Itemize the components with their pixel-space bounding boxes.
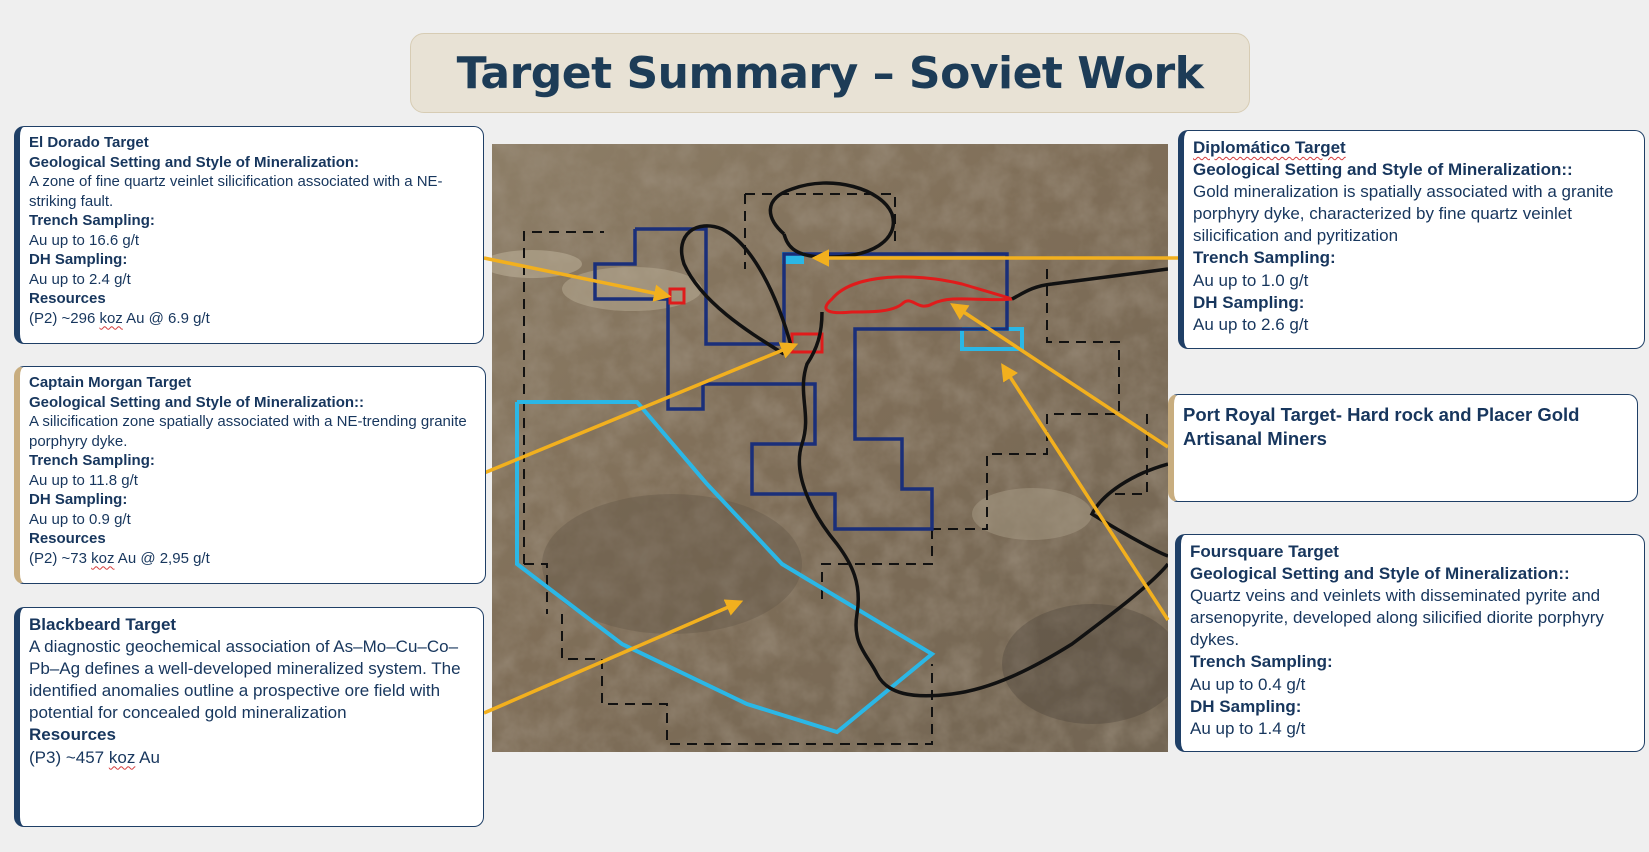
card-text: Au up to 0.9 g/t: [29, 510, 131, 528]
card-text: (P2) ~73 koz Au @ 2,95 g/t: [29, 549, 210, 567]
card-heading: DH Sampling:: [29, 251, 128, 268]
diplomatico-card: Diplomático Target Geological Setting an…: [1178, 130, 1645, 349]
card-text: A silicification zone spatially associat…: [29, 413, 467, 450]
card-text: Au up to 1.0 g/t: [1193, 270, 1309, 290]
card-text: A zone of fine quartz veinlet silicifica…: [29, 173, 443, 210]
blackbeard-card: Blackbeard Target A diagnostic geochemic…: [14, 607, 484, 827]
card-heading: Trench Sampling:: [1190, 652, 1333, 672]
card-heading: Trench Sampling:: [29, 212, 155, 229]
terrain-patch: [972, 488, 1092, 540]
card-heading: DH Sampling:: [1190, 696, 1302, 716]
card-heading: Geological Setting and Style of Minerali…: [1190, 564, 1570, 584]
card-text: Au up to 11.8 g/t: [29, 471, 138, 489]
card-heading: DH Sampling:: [29, 491, 128, 508]
card-text: Au up to 16.6 g/t: [29, 231, 140, 249]
card-title: El Dorado Target: [29, 134, 149, 151]
card-text: A diagnostic geochemical association of …: [29, 637, 461, 723]
card-title: Foursquare Target: [1190, 542, 1339, 561]
card-text: (P2) ~296 koz Au @ 6.9 g/t: [29, 309, 210, 327]
satellite-map: [492, 144, 1168, 752]
card-text: Au up to 2.6 g/t: [1193, 314, 1309, 334]
page-title: Target Summary – Soviet Work: [456, 47, 1204, 99]
card-heading: Resources: [29, 725, 116, 745]
captain-morgan-card: Captain Morgan Target Geological Setting…: [14, 366, 486, 584]
card-text: Gold mineralization is spatially associa…: [1193, 182, 1614, 246]
card-heading: Resources: [29, 530, 106, 547]
card-title: Captain Morgan Target: [29, 374, 192, 391]
card-heading: Geological Setting and Style of Minerali…: [1193, 160, 1573, 180]
foursquare-card: Foursquare Target Geological Setting and…: [1175, 534, 1645, 752]
card-heading: Trench Sampling:: [29, 452, 155, 469]
el-dorado-card: El Dorado Target Geological Setting and …: [14, 126, 484, 344]
card-title: Port Royal Target- Hard rock and Placer …: [1183, 404, 1580, 450]
card-heading: Trench Sampling:: [1193, 248, 1336, 268]
card-heading: Resources: [29, 290, 106, 307]
card-title: Blackbeard Target: [29, 615, 177, 634]
card-heading: Geological Setting and Style of Minerali…: [29, 153, 360, 171]
port-royal-card: Port Royal Target- Hard rock and Placer …: [1168, 394, 1638, 502]
card-text: Au up to 2.4 g/t: [29, 270, 131, 288]
card-title: Diplomático Target: [1193, 138, 1346, 157]
card-heading: Geological Setting and Style of Minerali…: [29, 393, 365, 411]
card-text: Au up to 0.4 g/t: [1190, 674, 1306, 694]
title-banner: Target Summary – Soviet Work: [410, 33, 1250, 113]
map-svg: [492, 144, 1168, 752]
card-heading: DH Sampling:: [1193, 292, 1305, 312]
card-text: Quartz veins and veinlets with dissemina…: [1190, 586, 1604, 650]
card-text: (P3) ~457 koz Au: [29, 747, 160, 767]
card-text: Au up to 1.4 g/t: [1190, 718, 1306, 738]
